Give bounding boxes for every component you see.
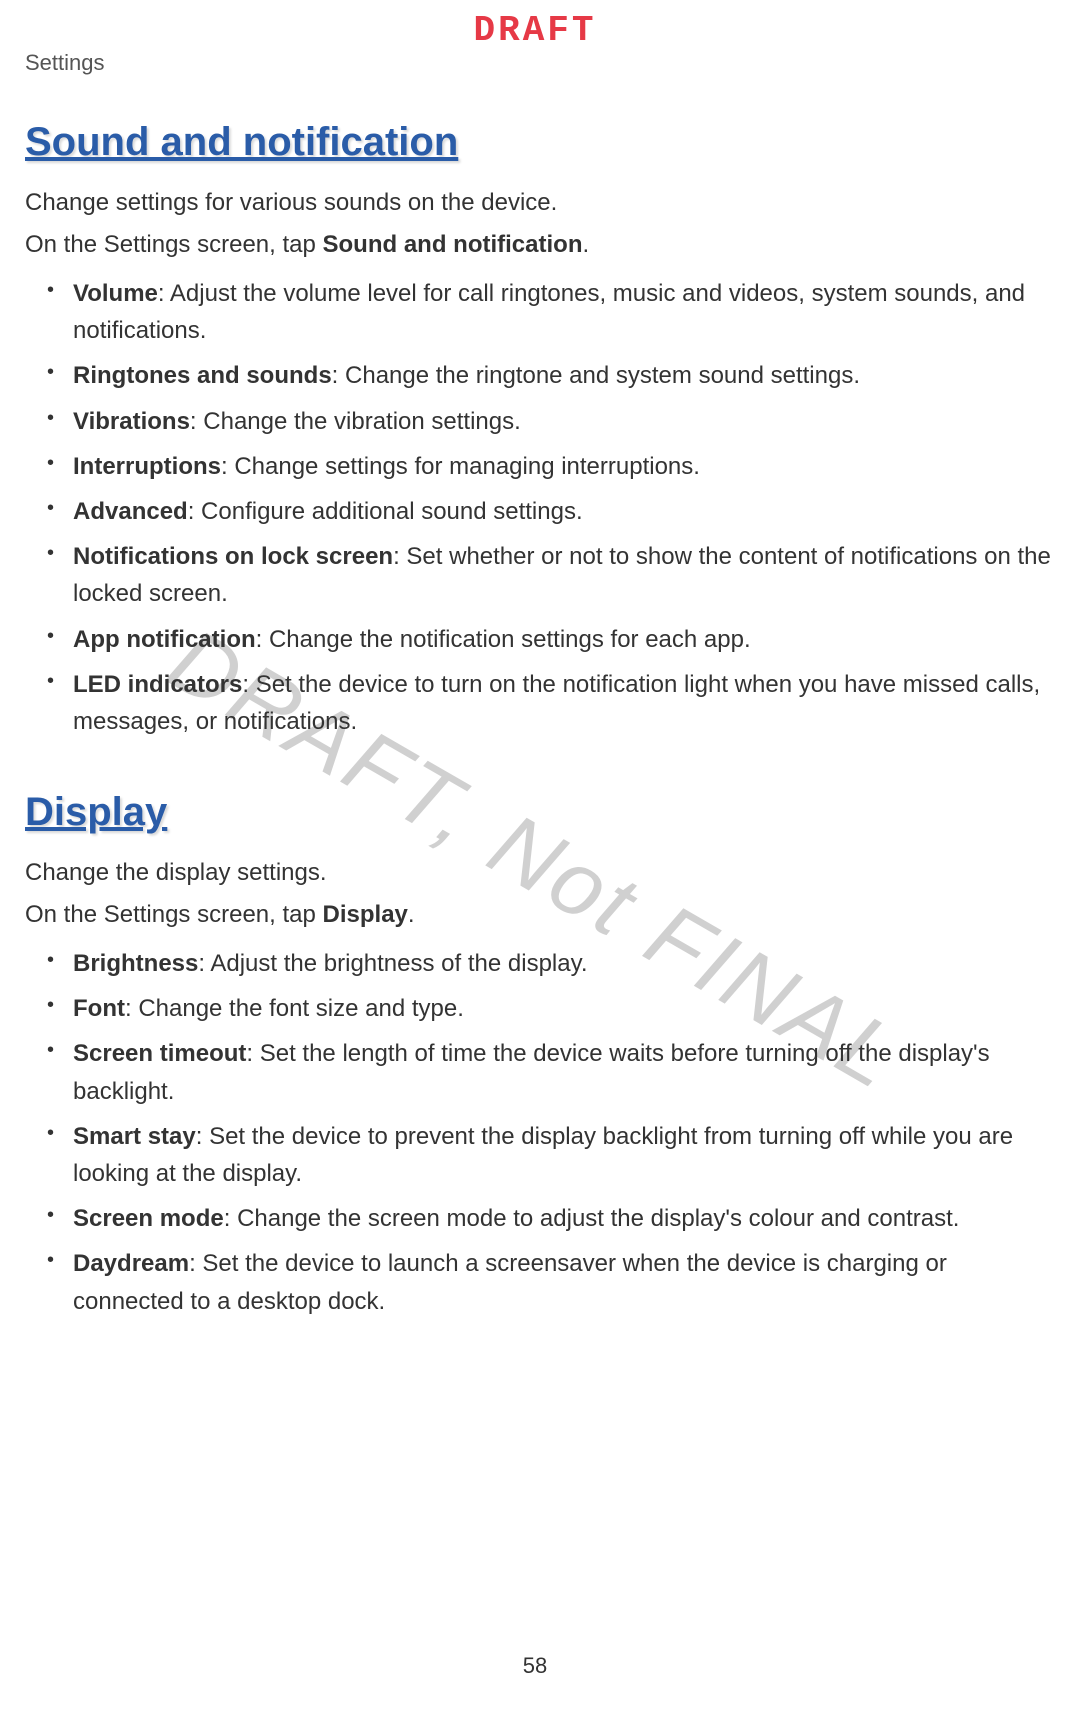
item-rest: : Change the notification settings for e… xyxy=(256,626,751,653)
item-bold: Daydream xyxy=(73,1250,189,1277)
item-bold: Notifications on lock screen xyxy=(73,543,393,570)
list-item: Vibrations: Change the vibration setting… xyxy=(25,403,1060,440)
section-intro2: On the Settings screen, tap Sound and no… xyxy=(25,227,1060,263)
list-item: LED indicators: Set the device to turn o… xyxy=(25,666,1060,740)
intro2-pre: On the Settings screen, tap xyxy=(25,901,323,928)
list-item: Notifications on lock screen: Set whethe… xyxy=(25,538,1060,612)
intro2-post: . xyxy=(582,231,589,258)
intro2-bold: Display xyxy=(323,901,408,928)
intro2-bold: Sound and notification xyxy=(323,231,583,258)
list-item: Daydream: Set the device to launch a scr… xyxy=(25,1245,1060,1319)
item-bold: Font xyxy=(73,995,125,1022)
list-item: Screen mode: Change the screen mode to a… xyxy=(25,1200,1060,1237)
item-rest: : Change the font size and type. xyxy=(125,995,464,1022)
item-bold: Brightness xyxy=(73,950,198,977)
section-intro: Change the display settings. xyxy=(25,855,1060,891)
section-intro: Change settings for various sounds on th… xyxy=(25,185,1060,221)
item-rest: : Change the vibration settings. xyxy=(190,408,521,435)
list-item: App notification: Change the notificatio… xyxy=(25,621,1060,658)
section-heading-display: Display xyxy=(25,790,1060,835)
item-bold: Volume xyxy=(73,280,158,307)
item-rest: : Change the ringtone and system sound s… xyxy=(332,362,860,389)
item-bold: Advanced xyxy=(73,498,188,525)
item-bold: Vibrations xyxy=(73,408,190,435)
item-rest: : Change the screen mode to adjust the d… xyxy=(224,1205,960,1232)
breadcrumb: Settings xyxy=(25,50,105,76)
list-item: Interruptions: Change settings for manag… xyxy=(25,448,1060,485)
item-rest: : Set the device to prevent the display … xyxy=(73,1123,1013,1187)
list-item: Font: Change the font size and type. xyxy=(25,990,1060,1027)
item-rest: : Change settings for managing interrupt… xyxy=(221,453,700,480)
item-rest: : Adjust the volume level for call ringt… xyxy=(73,280,1025,344)
page-content: Sound and notification Change settings f… xyxy=(25,120,1060,1328)
item-rest: : Adjust the brightness of the display. xyxy=(198,950,587,977)
intro2-post: . xyxy=(408,901,415,928)
item-bold: Screen mode xyxy=(73,1205,224,1232)
sound-items-list: Volume: Adjust the volume level for call… xyxy=(25,275,1060,740)
item-rest: : Set the device to launch a screensaver… xyxy=(73,1250,947,1314)
intro2-pre: On the Settings screen, tap xyxy=(25,231,323,258)
list-item: Ringtones and sounds: Change the rington… xyxy=(25,357,1060,394)
section-intro2: On the Settings screen, tap Display. xyxy=(25,897,1060,933)
list-item: Advanced: Configure additional sound set… xyxy=(25,493,1060,530)
item-rest: : Configure additional sound settings. xyxy=(188,498,583,525)
item-bold: Interruptions xyxy=(73,453,221,480)
draft-header: DRAFT xyxy=(473,10,596,51)
list-item: Volume: Adjust the volume level for call… xyxy=(25,275,1060,349)
item-bold: Smart stay xyxy=(73,1123,196,1150)
page-number: 58 xyxy=(523,1653,547,1679)
section-heading-sound: Sound and notification xyxy=(25,120,1060,165)
item-bold: Ringtones and sounds xyxy=(73,362,332,389)
item-bold: App notification xyxy=(73,626,256,653)
list-item: Screen timeout: Set the length of time t… xyxy=(25,1035,1060,1109)
list-item: Smart stay: Set the device to prevent th… xyxy=(25,1118,1060,1192)
display-items-list: Brightness: Adjust the brightness of the… xyxy=(25,945,1060,1320)
list-item: Brightness: Adjust the brightness of the… xyxy=(25,945,1060,982)
item-bold: Screen timeout xyxy=(73,1040,246,1067)
item-bold: LED indicators xyxy=(73,671,242,698)
